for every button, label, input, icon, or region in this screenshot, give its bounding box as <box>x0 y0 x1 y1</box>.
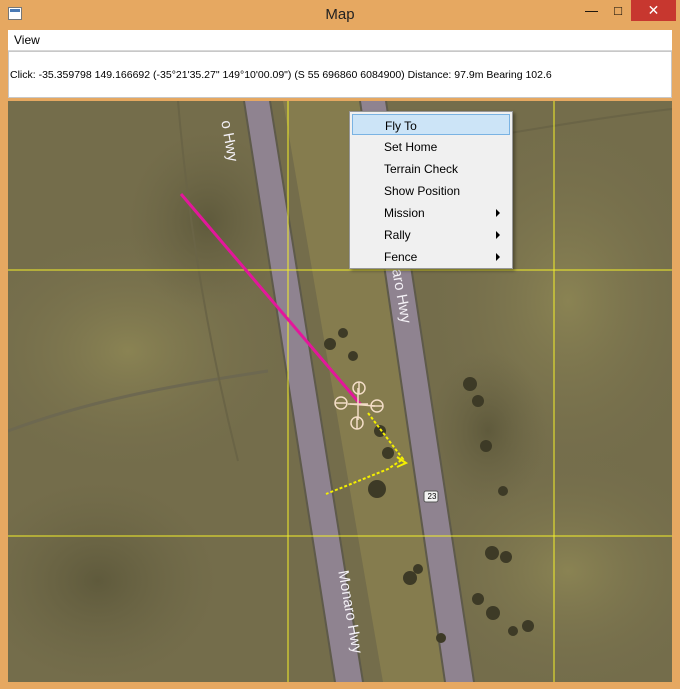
menu-item-fence[interactable]: Fence <box>352 246 510 267</box>
submenu-arrow-icon <box>496 231 500 239</box>
terrain-check-label: Terrain Check <box>384 162 459 176</box>
fly-to-label: Fly To <box>385 119 417 133</box>
set-home-label: Set Home <box>384 140 438 154</box>
minimize-button[interactable]: — <box>578 0 605 21</box>
click-info-text: Click: -35.359798 149.166692 (-35°21'35.… <box>10 69 552 81</box>
rally-label: Rally <box>384 228 411 242</box>
menu-item-show-position[interactable]: Show Position <box>352 180 510 201</box>
close-button[interactable]: ✕ <box>631 0 676 21</box>
menu-item-terrain-check[interactable]: Terrain Check <box>352 158 510 179</box>
road-shield-23: 23 <box>427 492 437 501</box>
fence-label: Fence <box>384 250 418 264</box>
menu-view[interactable]: View <box>14 33 40 47</box>
menu-item-fly-to[interactable]: Fly To <box>352 114 510 135</box>
title-bar[interactable]: Map — □ ✕ <box>0 0 680 30</box>
mission-label: Mission <box>384 206 425 220</box>
submenu-arrow-icon <box>496 253 500 261</box>
submenu-arrow-icon <box>496 209 500 217</box>
status-panel: Click: -35.359798 149.166692 (-35°21'35.… <box>8 51 672 98</box>
menu-bar: View <box>8 30 672 51</box>
menu-item-set-home[interactable]: Set Home <box>352 136 510 157</box>
maximize-button[interactable]: □ <box>605 0 631 21</box>
show-position-label: Show Position <box>384 184 461 198</box>
menu-item-rally[interactable]: Rally <box>352 224 510 245</box>
map-view[interactable]: o Hwy onaro Hwy Monaro Hwy 23 <box>8 101 672 682</box>
menu-item-mission[interactable]: Mission <box>352 202 510 223</box>
map-context-menu: Fly To Set Home Terrain Check Show Posit… <box>349 111 513 269</box>
